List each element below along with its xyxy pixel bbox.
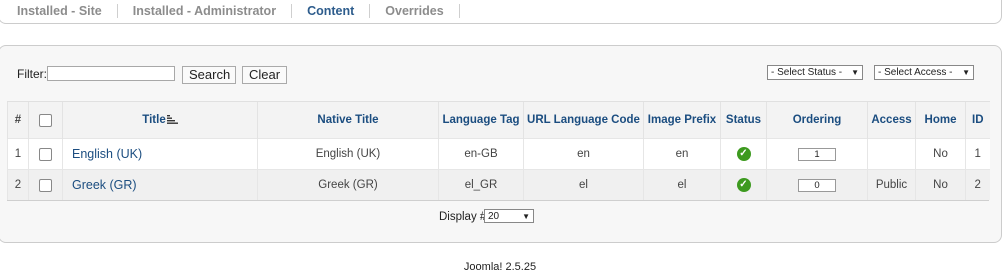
header-ordering[interactable]: Ordering [766,101,868,139]
access-cell: Public [867,169,916,200]
filter-bar: Filter: Search Clear - Select Status - ▼… [0,65,1001,87]
status-filter-select[interactable]: - Select Status - ▼ [767,65,863,80]
sort-ascending-icon [166,115,178,124]
display-limit-select[interactable]: 20 ▼ [484,209,534,223]
status-filter-value: - Select Status - [771,67,843,78]
title-cell: English (UK) [62,138,258,170]
row-number: 2 [7,169,29,200]
header-title[interactable]: Title [62,101,258,139]
row-select-cell [28,138,63,170]
header-language-tag[interactable]: Language Tag [438,101,524,139]
status-cell: ✓ [720,138,767,170]
header-title-label: Title [142,114,166,126]
header-id[interactable]: ID [965,101,990,139]
id-cell: 2 [965,169,990,200]
language-tag-cell: en-GB [438,138,524,170]
footer-version: Joomla! 2.5.25 [463,261,537,273]
url-code-cell: el [523,169,644,200]
languages-table-wrap: # Title Native Title Language Tag URL La… [7,101,990,231]
submenu: Installed - Site Installed - Administrat… [0,0,460,22]
access-filter-select[interactable]: - Select Access - ▼ [874,65,974,80]
published-check-icon[interactable]: ✓ [736,147,751,161]
home-cell: No [915,138,966,170]
row-checkbox[interactable] [39,147,52,161]
filter-label: Filter: [17,67,47,81]
native-title-cell: English (UK) [257,138,439,170]
tab-overrides[interactable]: Overrides [370,4,460,18]
ordering-input[interactable]: 0 [798,178,836,192]
header-url-language-code[interactable]: URL Language Code [523,101,644,139]
row-select-cell [28,169,63,200]
ordering-cell: 0 [766,169,868,200]
languages-table: # Title Native Title Language Tag URL La… [7,101,990,200]
chevron-down-icon: ▼ [522,212,530,221]
access-cell [867,138,916,170]
check-all-checkbox[interactable] [39,113,52,127]
published-check-icon[interactable]: ✓ [736,178,751,192]
row-number: 1 [7,138,29,170]
table-header-row: # Title Native Title Language Tag URL La… [7,101,990,139]
header-number: # [7,101,29,139]
ordering-cell: 1 [766,138,868,170]
table-row: 1 English (UK) English (UK) en-GB en en … [7,138,990,170]
table-footer: Display # 20 ▼ [7,200,989,231]
url-code-cell: en [523,138,644,170]
language-title-link[interactable]: Greek (GR) [72,178,137,192]
chevron-down-icon: ▼ [851,68,859,77]
search-button[interactable]: Search [182,66,236,84]
display-limit-value: 20 [488,211,500,222]
language-tag-cell: el_GR [438,169,524,200]
access-filter-value: - Select Access - [878,67,953,78]
tab-installed-administrator[interactable]: Installed - Administrator [118,4,293,18]
header-image-prefix[interactable]: Image Prefix [643,101,721,139]
tab-installed-site[interactable]: Installed - Site [0,4,118,18]
header-status[interactable]: Status [720,101,767,139]
image-prefix-cell: en [643,138,721,170]
title-cell: Greek (GR) [62,169,258,200]
image-prefix-cell: el [643,169,721,200]
languages-panel: Filter: Search Clear - Select Status - ▼… [0,45,1002,243]
chevron-down-icon: ▼ [962,68,970,77]
status-cell: ✓ [720,169,767,200]
header-checkall [28,101,63,139]
header-access[interactable]: Access [867,101,916,139]
id-cell: 1 [965,138,990,170]
language-title-link[interactable]: English (UK) [72,147,142,161]
display-label: Display # [439,211,487,223]
clear-button[interactable]: Clear [242,66,287,84]
native-title-cell: Greek (GR) [257,169,439,200]
filter-search-input[interactable] [47,66,175,81]
row-checkbox[interactable] [39,178,52,192]
home-cell: No [915,169,966,200]
table-row: 2 Greek (GR) Greek (GR) el_GR el el ✓ 0 … [7,169,990,200]
header-home[interactable]: Home [915,101,966,139]
ordering-input[interactable]: 1 [798,147,836,161]
header-native-title[interactable]: Native Title [257,101,439,139]
tab-content[interactable]: Content [292,4,371,18]
